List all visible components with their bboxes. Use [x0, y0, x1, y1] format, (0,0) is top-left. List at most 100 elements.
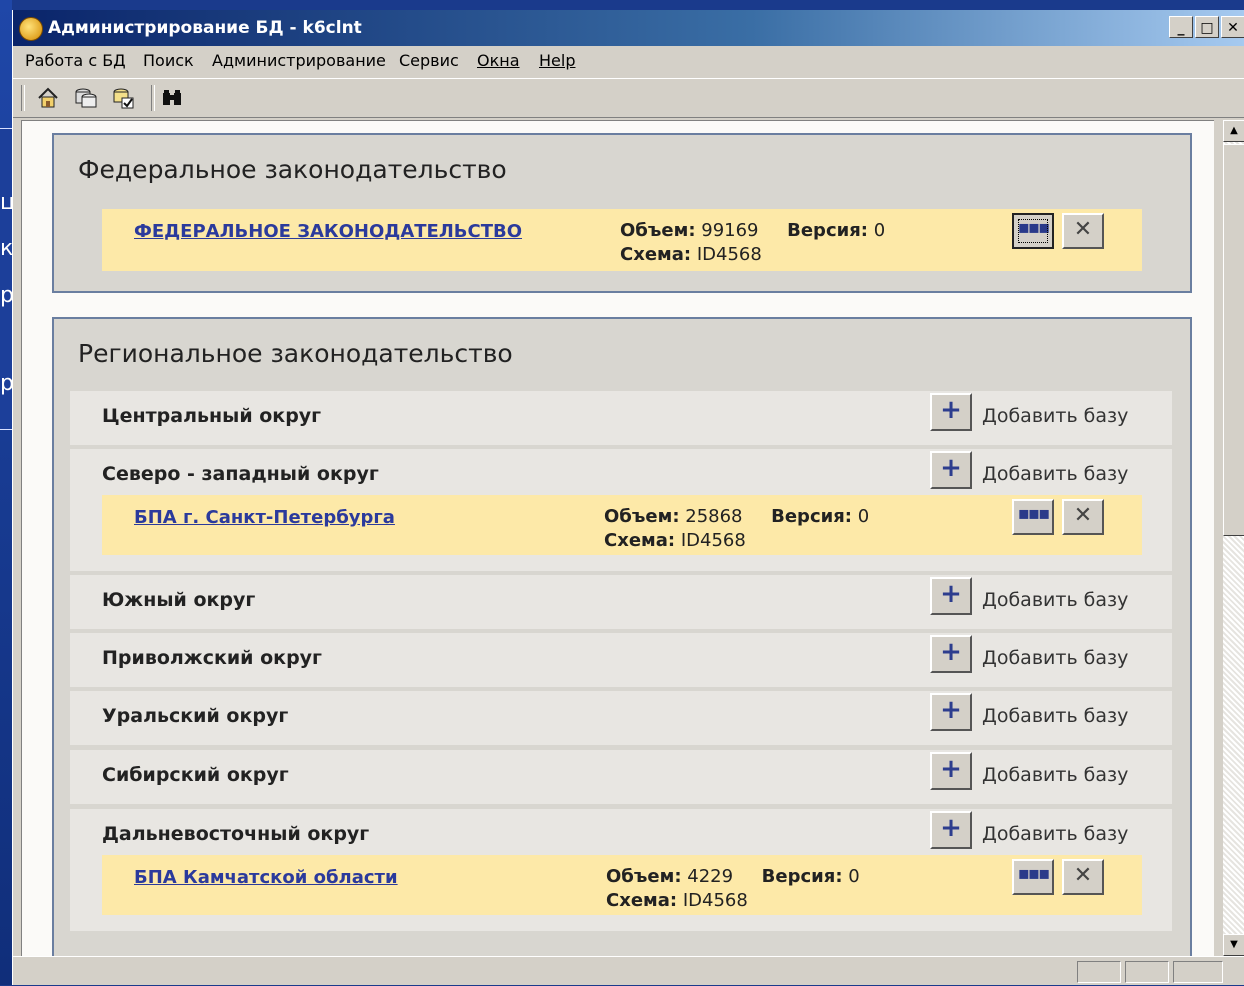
window-title: Администрирование БД - k6clnt — [48, 18, 362, 38]
databases-icon[interactable] — [73, 85, 99, 111]
volume-label: Объем: — [620, 220, 696, 241]
region-name: Уральский округ — [102, 705, 289, 727]
add-db-label[interactable]: Добавить базу — [982, 405, 1128, 427]
federal-panel-title: Федеральное законодательство — [78, 155, 507, 184]
toolbar-grip[interactable] — [21, 85, 25, 111]
federal-panel: Федеральное законодательство ФЕДЕРАЛЬНОЕ… — [52, 133, 1192, 293]
version-label: Версия: — [761, 866, 843, 887]
menu-search[interactable]: Поиск — [143, 51, 194, 70]
region-row-volga: Приволжский округ + Добавить базу — [70, 633, 1172, 687]
content-area: Федеральное законодательство ФЕДЕРАЛЬНОЕ… — [21, 120, 1214, 956]
region-row-ural: Уральский округ + Добавить базу — [70, 691, 1172, 745]
app-window: Администрирование БД - k6clnt _ □ ✕ Рабо… — [12, 10, 1244, 985]
status-pane — [1077, 961, 1121, 983]
volume-value: 99169 — [701, 220, 759, 241]
vertical-scrollbar[interactable]: ▲ ▼ — [1223, 120, 1244, 956]
window-controls: _ □ ✕ — [1169, 16, 1244, 38]
region-row-south: Южный округ + Добавить базу — [70, 575, 1172, 629]
db-link-spb[interactable]: БПА г. Санкт-Петербурга — [134, 507, 395, 528]
regional-panel-title: Региональное законодательство — [78, 339, 513, 368]
maximize-button[interactable]: □ — [1195, 16, 1219, 38]
region-row-central: Центральный округ + Добавить базу — [70, 391, 1172, 445]
slide-text-fragment: ц — [0, 191, 12, 215]
schema-label: Схема: — [620, 244, 692, 265]
toolbar-separator — [151, 85, 155, 111]
region-name: Дальневосточный округ — [102, 823, 370, 845]
schema-label: Схема: — [606, 890, 678, 911]
add-db-button[interactable]: + — [930, 693, 972, 731]
volume-value: 25868 — [685, 506, 743, 527]
menu-bar: Работа с БД Поиск Администрирование Серв… — [13, 46, 1244, 76]
db-delete-button[interactable]: ✕ — [1062, 859, 1104, 895]
region-row-northwest: Северо - западный округ + Добавить базу … — [70, 449, 1172, 571]
add-db-label[interactable]: Добавить базу — [982, 647, 1128, 669]
menu-windows[interactable]: Окна — [477, 51, 520, 70]
schema-value: ID4568 — [682, 890, 748, 911]
region-name: Центральный округ — [102, 405, 322, 427]
volume-label: Объем: — [606, 866, 682, 887]
federal-db-row: ФЕДЕРАЛЬНОЕ ЗАКОНОДАТЕЛЬСТВО Объем: 9916… — [102, 209, 1142, 271]
add-db-label[interactable]: Добавить базу — [982, 705, 1128, 727]
slide-text-fragment: к — [0, 237, 12, 261]
version-value: 0 — [857, 506, 870, 527]
db-row-kamchatka: БПА Камчатской области Объем: 4229 Верси… — [102, 855, 1142, 915]
federal-db-link[interactable]: ФЕДЕРАЛЬНОЕ ЗАКОНОДАТЕЛЬСТВО — [134, 221, 522, 242]
title-bar[interactable]: Администрирование БД - k6clnt _ □ ✕ — [13, 10, 1244, 46]
toolbar — [13, 78, 1244, 118]
close-button[interactable]: ✕ — [1221, 16, 1244, 38]
volume-label: Объем: — [604, 506, 680, 527]
region-row-siberia: Сибирский округ + Добавить базу — [70, 750, 1172, 804]
db-row-spb: БПА г. Санкт-Петербурга Объем: 25868 Вер… — [102, 495, 1142, 555]
volume-value: 4229 — [687, 866, 734, 887]
schema-label: Схема: — [604, 530, 676, 551]
version-value: 0 — [848, 866, 860, 887]
minimize-button[interactable]: _ — [1169, 16, 1193, 38]
add-db-button[interactable]: + — [930, 393, 972, 431]
scroll-up-button[interactable]: ▲ — [1223, 120, 1244, 142]
menu-service[interactable]: Сервис — [399, 51, 459, 70]
status-bar — [13, 956, 1244, 986]
version-value: 0 — [873, 220, 886, 241]
version-label: Версия: — [771, 506, 852, 527]
federal-db-delete-button[interactable]: ✕ — [1062, 213, 1104, 249]
region-name: Южный округ — [102, 589, 256, 611]
db-link-kamchatka[interactable]: БПА Камчатской области — [134, 867, 398, 888]
scroll-down-button[interactable]: ▼ — [1223, 934, 1244, 956]
db-properties-button[interactable]: ▪▪▪ — [1012, 859, 1054, 895]
schema-value: ID4568 — [680, 530, 746, 551]
status-pane — [1173, 961, 1223, 983]
slide-text-fragment: р — [0, 372, 12, 396]
add-db-button[interactable]: + — [930, 752, 972, 790]
add-db-button[interactable]: + — [930, 635, 972, 673]
federal-db-properties-button[interactable]: ▪▪▪ — [1012, 213, 1054, 249]
add-db-label[interactable]: Добавить базу — [982, 589, 1128, 611]
scroll-thumb[interactable] — [1223, 144, 1244, 536]
region-name: Приволжский округ — [102, 647, 322, 669]
menu-work-with-db[interactable]: Работа с БД — [25, 51, 126, 70]
region-row-far-east: Дальневосточный округ + Добавить базу БП… — [70, 809, 1172, 931]
home-icon[interactable] — [35, 85, 61, 111]
region-name: Северо - западный округ — [102, 463, 379, 485]
add-db-label[interactable]: Добавить базу — [982, 463, 1128, 485]
add-db-label[interactable]: Добавить базу — [982, 764, 1128, 786]
database-check-icon[interactable] — [111, 85, 137, 111]
regional-panel: Региональное законодательство Центральны… — [52, 317, 1192, 956]
federal-db-meta: Объем: 99169 Версия: 0 Схема: ID4568 — [620, 219, 885, 267]
schema-value: ID4568 — [696, 244, 762, 265]
add-db-button[interactable]: + — [930, 577, 972, 615]
app-emblem-icon — [19, 17, 43, 41]
db-meta: Объем: 25868 Версия: 0 Схема: ID4568 — [604, 505, 869, 553]
status-pane — [1125, 961, 1169, 983]
slide-text-fragment: р — [0, 284, 12, 308]
binoculars-icon[interactable] — [159, 85, 185, 111]
add-db-button[interactable]: + — [930, 811, 972, 849]
slide-text-box: ц к р р — [0, 128, 12, 430]
db-delete-button[interactable]: ✕ — [1062, 499, 1104, 535]
version-label: Версия: — [787, 220, 868, 241]
menu-help[interactable]: Help — [539, 51, 575, 70]
add-db-button[interactable]: + — [930, 451, 972, 489]
region-name: Сибирский округ — [102, 764, 289, 786]
menu-administration[interactable]: Администрирование — [212, 51, 386, 70]
add-db-label[interactable]: Добавить базу — [982, 823, 1128, 845]
db-properties-button[interactable]: ▪▪▪ — [1012, 499, 1054, 535]
